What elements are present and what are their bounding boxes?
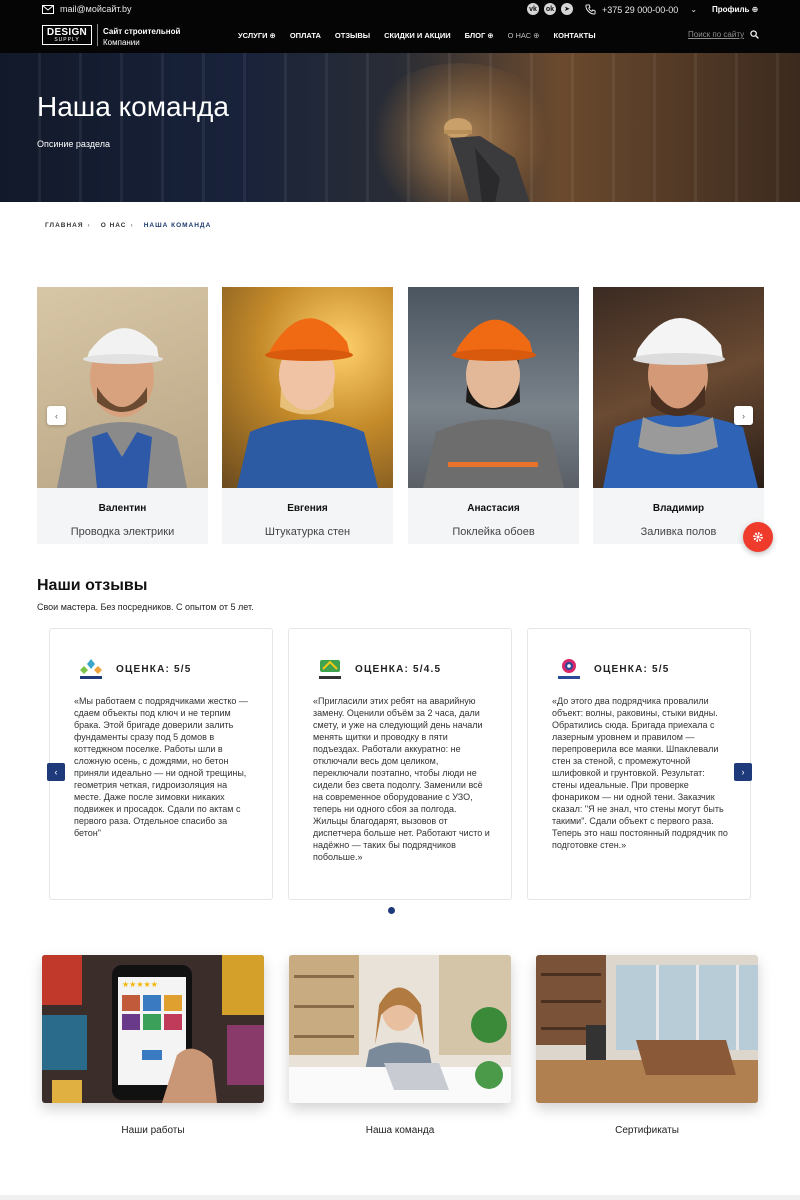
- team-member-name: Владимир: [652, 503, 705, 514]
- team-photo: [408, 287, 579, 488]
- breadcrumb-about[interactable]: О НАС: [101, 222, 127, 229]
- link-label-team[interactable]: Наша команда: [289, 1125, 511, 1136]
- link-label-works[interactable]: Наши работы: [42, 1125, 264, 1136]
- breadcrumb-home[interactable]: ГЛАВНАЯ: [45, 222, 84, 229]
- nav-item-contacts[interactable]: КОНТАКТЫ: [554, 31, 596, 40]
- telegram-icon[interactable]: ➤: [561, 3, 573, 15]
- phone-icon: [585, 4, 596, 15]
- mail-icon: [42, 4, 54, 14]
- review-text: «Пригласили этих ребят на аварийную заме…: [313, 696, 490, 862]
- review-score: ОЦЕНКА: 5/5: [116, 664, 192, 675]
- carousel-dot[interactable]: [388, 907, 395, 914]
- review-card: ОЦЕНКА: 5/5 «Мы работаем с подрядчиками …: [49, 628, 273, 900]
- team-prev-button[interactable]: ‹: [47, 406, 66, 425]
- review-score: ОЦЕНКА: 5/4.5: [355, 664, 442, 675]
- team-member-role: Штукатурка стен: [264, 526, 351, 538]
- team-member-role: Поклейка обоев: [452, 526, 535, 538]
- page-title: Наша команда: [37, 91, 229, 122]
- team-member-name: Валентин: [98, 503, 147, 514]
- gear-icon: [753, 532, 763, 542]
- nav-item-payment[interactable]: ОПЛАТА: [290, 31, 321, 40]
- hero-banner: Наша команда Опсиние раздела: [0, 53, 800, 202]
- review-card: ОЦЕНКА: 5/4.5 «Пригласили этих ребят на …: [288, 628, 512, 900]
- link-card-certificates[interactable]: [536, 955, 758, 1103]
- review-text: «До этого два подрядчика провалили объек…: [552, 696, 728, 850]
- header-phone[interactable]: +375 29 000-00-00 ⌄: [585, 4, 697, 15]
- certificates-image: [536, 955, 758, 1103]
- team-member-role: Проводка электрики: [70, 526, 175, 538]
- person-illustration: [57, 328, 187, 488]
- logo-divider: [97, 24, 98, 46]
- nav-item-services[interactable]: УСЛУГИ ⊕: [238, 31, 276, 40]
- company-logo: [558, 659, 580, 679]
- breadcrumb-current: НАША КОМАНДА: [143, 222, 212, 229]
- nav-item-about[interactable]: О НАС ⊕: [508, 31, 540, 40]
- vk-icon[interactable]: vk: [527, 3, 539, 15]
- search-icon: [750, 30, 759, 39]
- team-photo: [222, 287, 393, 488]
- main-nav: УСЛУГИ ⊕ ОПЛАТА ОТЗЫВЫ СКИДКИ И АКЦИИ БЛ…: [238, 31, 610, 40]
- settings-fab[interactable]: [743, 522, 773, 552]
- person-illustration: [237, 318, 378, 488]
- chevron-right-icon: ›: [130, 222, 134, 229]
- search-link[interactable]: Поиск по сайту: [688, 30, 759, 39]
- profile-link[interactable]: Профиль ⊕: [712, 5, 758, 14]
- review-text: «Мы работаем с подрядчиками жестко — сда…: [74, 696, 248, 838]
- person-illustration: [423, 319, 564, 488]
- team-card[interactable]: Евгения Штукатурка стен: [222, 287, 393, 544]
- chevron-right-icon: ›: [741, 767, 745, 777]
- reviews-title: Наши отзывы: [37, 577, 148, 594]
- nav-item-discounts[interactable]: СКИДКИ И АКЦИИ: [384, 31, 451, 40]
- social-links: vk ok ➤: [527, 3, 573, 15]
- footer-edge: [0, 1195, 800, 1200]
- chevron-down-icon[interactable]: ⌄: [690, 5, 697, 14]
- page-subtitle: Опсиние раздела: [37, 139, 110, 149]
- team-image: [289, 955, 511, 1103]
- chevron-right-icon: ›: [742, 410, 745, 421]
- site-header: mail@мойсайт.by vk ok ➤ +375 29 000-00-0…: [0, 0, 800, 53]
- nav-item-reviews[interactable]: ОТЗЫВЫ: [335, 31, 370, 40]
- odnoklassniki-icon[interactable]: ok: [544, 3, 556, 15]
- reviews-prev-button[interactable]: ‹: [47, 763, 65, 781]
- review-score: ОЦЕНКА: 5/5: [594, 664, 670, 675]
- header-email[interactable]: mail@мойсайт.by: [42, 4, 132, 14]
- svg-text:★★★★★: ★★★★★: [122, 980, 158, 989]
- team-card[interactable]: Анастасия Поклейка обоев: [408, 287, 579, 544]
- breadcrumb: ГЛАВНАЯ › О НАС › НАША КОМАНДА: [45, 222, 211, 229]
- link-card-team[interactable]: [289, 955, 511, 1103]
- reviews-subtitle: Свои мастера. Без посредников. С опытом …: [37, 602, 254, 612]
- works-image: ★★★★★: [42, 955, 264, 1103]
- site-name: Сайт строительной Компании: [103, 27, 181, 47]
- link-card-works[interactable]: ★★★★★: [42, 955, 264, 1103]
- logo[interactable]: DESIGN SUPPLY: [42, 25, 92, 45]
- person-illustration: [603, 317, 758, 488]
- team-photo: [37, 287, 208, 488]
- nav-item-blog[interactable]: БЛОГ ⊕: [465, 31, 494, 40]
- team-next-button[interactable]: ›: [734, 406, 753, 425]
- worker-silhouette: [444, 118, 530, 202]
- company-logo: [319, 660, 341, 679]
- chevron-left-icon: ‹: [55, 410, 58, 421]
- team-member-name: Евгения: [287, 503, 328, 514]
- review-card: ОЦЕНКА: 5/5 «До этого два подрядчика про…: [527, 628, 751, 900]
- link-label-certificates[interactable]: Сертификаты: [536, 1125, 758, 1136]
- team-photo: [593, 287, 764, 488]
- chevron-left-icon: ‹: [54, 767, 58, 777]
- team-member-name: Анастасия: [467, 503, 520, 514]
- chevron-right-icon: ›: [87, 222, 91, 229]
- company-logo: [80, 659, 102, 679]
- team-member-role: Заливка полов: [640, 526, 717, 538]
- reviews-next-button[interactable]: ›: [734, 763, 752, 781]
